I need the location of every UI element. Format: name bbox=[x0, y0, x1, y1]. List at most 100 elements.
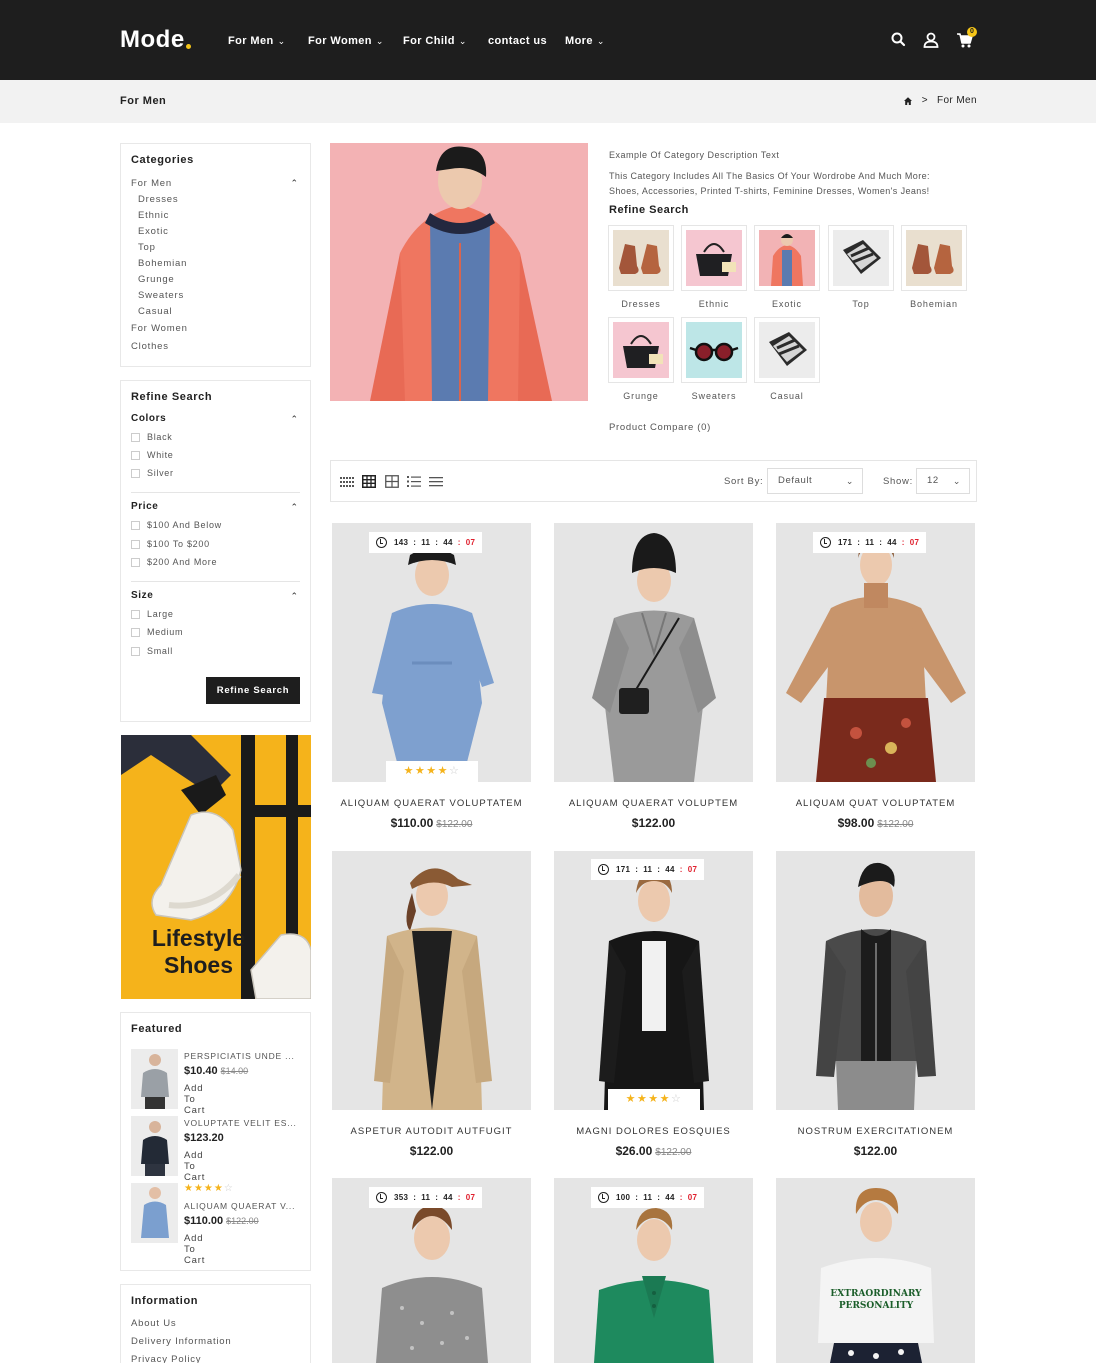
nav-more[interactable]: More ⌄ bbox=[565, 35, 605, 47]
product-name[interactable]: ALIQUAM QUAERAT VOLUPTEM bbox=[554, 798, 753, 809]
subcat-thumb-grunge[interactable] bbox=[608, 317, 674, 383]
category-bohemian[interactable]: Bohemian bbox=[138, 258, 187, 269]
product-image[interactable] bbox=[776, 851, 975, 1110]
chevron-up-icon[interactable]: ⌃ bbox=[290, 178, 298, 189]
product-image[interactable] bbox=[332, 523, 531, 782]
delivery-information-link[interactable]: Delivery Information bbox=[131, 1336, 231, 1347]
subcat-label-exotic[interactable]: Exotic bbox=[754, 299, 820, 309]
lifestyle-shoes-banner[interactable]: Lifestyle Shoes bbox=[121, 735, 311, 999]
banner-title: Lifestyle Shoes bbox=[151, 925, 246, 978]
add-to-cart-link[interactable]: Add To Cart bbox=[184, 1233, 205, 1266]
checkbox[interactable] bbox=[131, 539, 140, 549]
subcat-thumb-top[interactable] bbox=[828, 225, 894, 291]
product-image[interactable] bbox=[776, 523, 975, 782]
featured-item-name[interactable]: ALIQUAM QUAERAT V... bbox=[184, 1201, 295, 1211]
sunglasses-image bbox=[686, 322, 742, 378]
checkbox[interactable] bbox=[131, 520, 140, 530]
subcat-label-casual[interactable]: Casual bbox=[754, 391, 820, 401]
featured-item-name[interactable]: PERSPICIATIS UNDE ... bbox=[184, 1051, 295, 1061]
nav-for-women[interactable]: For Women ⌄ bbox=[308, 35, 384, 47]
product-name[interactable]: MAGNI DOLORES EOSQUIES bbox=[554, 1126, 753, 1137]
chevron-up-icon[interactable]: ⌃ bbox=[290, 502, 298, 513]
category-casual[interactable]: Casual bbox=[138, 306, 172, 317]
sort-by-select[interactable]: Default ⌄ bbox=[767, 468, 863, 494]
site-logo[interactable]: Mode bbox=[120, 26, 191, 54]
subcat-thumb-dresses[interactable] bbox=[608, 225, 674, 291]
checkbox[interactable] bbox=[131, 646, 140, 656]
category-clothes[interactable]: Clothes bbox=[131, 341, 169, 352]
add-to-cart-link[interactable]: Add To Cart bbox=[184, 1083, 205, 1116]
compact-list-view-icon[interactable] bbox=[429, 475, 443, 488]
refine-search-button[interactable]: Refine Search bbox=[206, 677, 300, 704]
subcat-label-ethnic[interactable]: Ethnic bbox=[681, 299, 747, 309]
product-price: $122.00 bbox=[409, 1144, 454, 1158]
price-option-below-100[interactable]: $100 And Below bbox=[131, 520, 222, 530]
breadcrumb-current[interactable]: For Men bbox=[937, 95, 977, 106]
size-option-large[interactable]: Large bbox=[131, 609, 174, 619]
checkbox[interactable] bbox=[131, 627, 140, 637]
color-option-black[interactable]: Black bbox=[131, 432, 173, 442]
subcat-thumb-exotic[interactable] bbox=[754, 225, 820, 291]
breadcrumb-separator: > bbox=[921, 95, 928, 106]
category-for-women[interactable]: For Women bbox=[131, 323, 188, 334]
checkbox[interactable] bbox=[131, 609, 140, 619]
product-image[interactable]: EXTRAORDINARY PERSONALITY bbox=[776, 1178, 975, 1363]
category-dresses[interactable]: Dresses bbox=[138, 194, 178, 205]
checkbox[interactable] bbox=[131, 432, 140, 442]
subcat-thumb-sweaters[interactable] bbox=[681, 317, 747, 383]
product-thumbnail[interactable] bbox=[131, 1183, 178, 1243]
checkbox[interactable] bbox=[131, 557, 140, 567]
color-option-white[interactable]: White bbox=[131, 450, 174, 460]
subcat-thumb-ethnic[interactable] bbox=[681, 225, 747, 291]
price-option-100-200[interactable]: $100 To $200 bbox=[131, 539, 210, 549]
color-option-silver[interactable]: Silver bbox=[131, 468, 174, 478]
product-thumbnail[interactable] bbox=[131, 1049, 178, 1109]
product-name[interactable]: ALIQUAM QUAERAT VOLUPTATEM bbox=[332, 798, 531, 809]
category-for-men[interactable]: For Men bbox=[131, 178, 172, 189]
subcat-label-bohemian[interactable]: Bohemian bbox=[901, 299, 967, 309]
size-option-medium[interactable]: Medium bbox=[131, 627, 183, 637]
product-price: $122.00 bbox=[631, 816, 676, 830]
category-sweaters[interactable]: Sweaters bbox=[138, 290, 184, 301]
subcat-label-top[interactable]: Top bbox=[828, 299, 894, 309]
chevron-up-icon[interactable]: ⌃ bbox=[290, 414, 298, 425]
grid-5-view-icon[interactable] bbox=[340, 475, 354, 488]
add-to-cart-link[interactable]: Add To Cart bbox=[184, 1150, 205, 1183]
category-exotic[interactable]: Exotic bbox=[138, 226, 169, 237]
product-thumbnail[interactable] bbox=[131, 1116, 178, 1176]
nav-for-men[interactable]: For Men ⌄ bbox=[228, 35, 286, 47]
nav-contact-us[interactable]: contact us bbox=[488, 35, 547, 47]
subcat-thumb-bohemian[interactable] bbox=[901, 225, 967, 291]
about-us-link[interactable]: About Us bbox=[131, 1318, 176, 1329]
category-top[interactable]: Top bbox=[138, 242, 156, 253]
category-grunge[interactable]: Grunge bbox=[138, 274, 175, 285]
category-ethnic[interactable]: Ethnic bbox=[138, 210, 169, 221]
featured-item-name[interactable]: VOLUPTATE VELIT ES... bbox=[184, 1118, 297, 1128]
subcat-label-sweaters[interactable]: Sweaters bbox=[681, 391, 747, 401]
information-title: Information bbox=[131, 1295, 199, 1307]
product-image[interactable] bbox=[332, 851, 531, 1110]
subcat-label-grunge[interactable]: Grunge bbox=[608, 391, 674, 401]
user-icon[interactable] bbox=[921, 30, 941, 50]
product-compare-link[interactable]: Product Compare (0) bbox=[609, 422, 711, 433]
product-name[interactable]: ASPETUR AUTODIT AUTFUGIT bbox=[332, 1126, 531, 1137]
grid-2-view-icon[interactable] bbox=[385, 475, 399, 488]
product-name[interactable]: ALIQUAM QUAT VOLUPTATEM bbox=[776, 798, 975, 809]
show-count-select[interactable]: 12 ⌄ bbox=[916, 468, 970, 494]
nav-for-child[interactable]: For Child ⌄ bbox=[403, 35, 467, 47]
search-icon[interactable] bbox=[889, 30, 909, 50]
chevron-up-icon[interactable]: ⌃ bbox=[290, 591, 298, 602]
product-image[interactable] bbox=[554, 523, 753, 782]
checkbox[interactable] bbox=[131, 450, 140, 460]
product-name[interactable]: NOSTRUM EXERCITATIONEM bbox=[776, 1126, 975, 1137]
checkbox[interactable] bbox=[131, 468, 140, 478]
subcat-thumb-casual[interactable] bbox=[754, 317, 820, 383]
list-view-icon[interactable] bbox=[407, 475, 421, 488]
subcat-label-dresses[interactable]: Dresses bbox=[608, 299, 674, 309]
home-icon[interactable] bbox=[903, 96, 913, 106]
price-option-200-more[interactable]: $200 And More bbox=[131, 557, 217, 567]
grid-3-view-icon[interactable] bbox=[362, 475, 376, 488]
privacy-policy-link[interactable]: Privacy Policy bbox=[131, 1354, 201, 1363]
product-image[interactable] bbox=[554, 851, 753, 1110]
size-option-small[interactable]: Small bbox=[131, 646, 173, 656]
